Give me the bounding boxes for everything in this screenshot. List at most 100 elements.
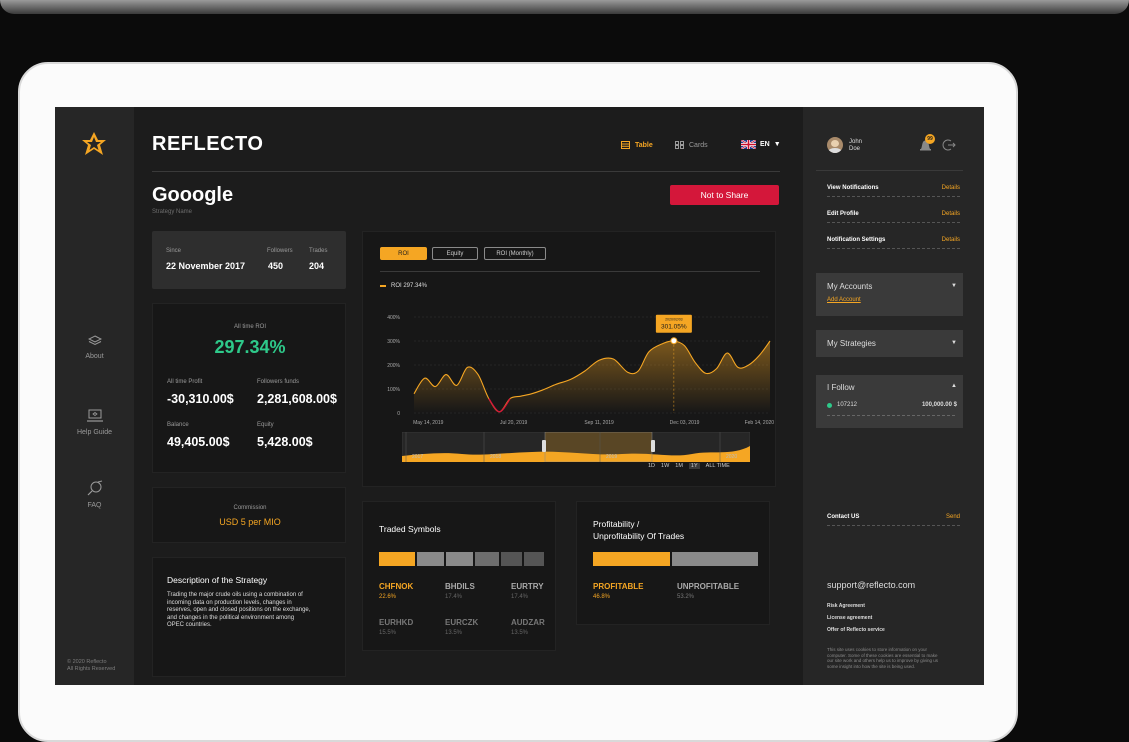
- description-line: and changes in the political environment…: [167, 614, 295, 621]
- y-tick-label: 300%: [387, 339, 400, 345]
- notification-settings-row: Notification Settings Details: [827, 237, 960, 249]
- nav-faq[interactable]: FAQ: [55, 480, 134, 509]
- symbol-bar-segment: [501, 552, 522, 566]
- avatar[interactable]: [827, 137, 843, 153]
- uk-flag-icon: [741, 140, 756, 149]
- view-cards-label: Cards: [689, 141, 708, 149]
- send-link[interactable]: Send: [946, 514, 960, 520]
- cookie-notice: This site uses cookies to store informat…: [827, 647, 984, 669]
- performance-card: All time ROI 297.34% All time Profit -30…: [152, 303, 346, 473]
- notification-settings-details-link[interactable]: Details: [942, 237, 960, 243]
- view-table-toggle[interactable]: Table: [621, 141, 653, 149]
- navigator-year-label: 2020: [726, 454, 737, 460]
- device-top-edge: [0, 0, 1129, 14]
- navigator-selection: [544, 432, 653, 462]
- description-line: incoming data on production levels, chan…: [167, 599, 292, 606]
- my-strategies-panel[interactable]: My Strategies ▼: [816, 330, 963, 357]
- range-button-all-time[interactable]: ALL TIME: [706, 463, 730, 469]
- nav-faq-label: FAQ: [87, 502, 102, 509]
- risk-agreement-link[interactable]: Risk Agreement: [827, 603, 865, 609]
- trades-value: 204: [309, 261, 325, 271]
- follow-id[interactable]: 107212: [837, 402, 857, 408]
- x-tick-label: Dec 03, 2019: [670, 420, 700, 426]
- chart-tab-roi[interactable]: ROI: [380, 247, 427, 260]
- reflecto-logo-icon[interactable]: [81, 131, 107, 157]
- chart-tab-roi-monthly[interactable]: ROI (Monthly): [484, 247, 546, 260]
- legend-label: ROI 297.34%: [391, 283, 428, 289]
- profitability-card: Profitability / Unprofitability Of Trade…: [576, 501, 770, 625]
- equity-label: Equity: [257, 422, 274, 428]
- all-time-roi-value: 297.34%: [214, 337, 286, 357]
- profitability-title-line-1: Profitability /: [593, 519, 640, 529]
- y-tick-label: 200%: [387, 363, 400, 369]
- header-divider: [152, 171, 780, 172]
- add-account-link[interactable]: Add Account: [827, 297, 861, 303]
- brand-name: REFLECTO: [152, 133, 264, 155]
- description-text: Trading the major crude oils using a com…: [167, 592, 310, 630]
- x-tick-label: Jul 20, 2019: [500, 420, 527, 426]
- traded-symbols-bar: [379, 552, 544, 566]
- chevron-down-icon: ▼: [951, 340, 957, 346]
- profitability-title: Profitability / Unprofitability Of Trade…: [593, 518, 684, 542]
- symbol-pct: 17.4%: [511, 594, 529, 600]
- symbol-bar-segment: [379, 552, 415, 566]
- language-selector[interactable]: EN ▼: [741, 140, 781, 149]
- nav-about[interactable]: About: [55, 335, 134, 360]
- layers-icon: [87, 335, 102, 346]
- roi-chart[interactable]: 0 100% 200% 300% 400% May 14, 2019 Jul 20, 201…: [370, 303, 780, 433]
- commission-card: Commission USD 5 per MIO: [152, 487, 346, 543]
- range-button-1m[interactable]: 1M: [675, 463, 683, 469]
- symbol-pct: 13.5%: [445, 630, 463, 636]
- x-tick-label: Feb 14, 2020: [745, 420, 775, 426]
- logout-icon[interactable]: [942, 138, 956, 152]
- legend-swatch: [380, 285, 386, 287]
- commission-value: USD 5 per MIO: [219, 517, 281, 527]
- chart-tabs-divider: [380, 271, 760, 272]
- copyright-line-2: All Rights Reserved: [67, 666, 116, 672]
- offer-link[interactable]: Offer of Reflecto service: [827, 627, 885, 633]
- navigator-year-label: 2018: [490, 454, 501, 460]
- nav-help-guide[interactable]: Help Guide: [55, 409, 134, 436]
- range-button-1y[interactable]: 1Y: [688, 463, 700, 469]
- user-name[interactable]: John Doe: [849, 139, 862, 153]
- support-email[interactable]: support@reflecto.com: [827, 580, 915, 590]
- y-tick-label: 100%: [387, 387, 400, 393]
- symbol-bar-segment: [417, 552, 444, 566]
- symbol-name: AUDZAR: [511, 618, 545, 627]
- my-accounts-panel[interactable]: My Accounts ▼ Add Account: [816, 273, 963, 316]
- symbol-pct: 22.6%: [379, 594, 397, 600]
- profit-value: -30,310.00$: [167, 392, 234, 406]
- contact-us-label: Contact US: [827, 514, 860, 520]
- edit-profile-details-link[interactable]: Details: [942, 211, 960, 217]
- navigator-right-handle[interactable]: [651, 440, 655, 452]
- chevron-down-icon: ▼: [773, 141, 781, 148]
- notification-badge: 99: [925, 134, 935, 144]
- license-agreement-link[interactable]: License agreement: [827, 615, 872, 621]
- view-cards-toggle[interactable]: Cards: [675, 141, 708, 149]
- chart-tab-equity[interactable]: Equity: [432, 247, 478, 260]
- not-to-share-button[interactable]: Not to Share: [670, 185, 779, 205]
- view-notifications-row: View Notifications Details: [827, 185, 960, 197]
- navigator-left-handle[interactable]: [542, 440, 546, 452]
- profitability-title-line-2: Unprofitability Of Trades: [593, 531, 685, 541]
- view-table-label: Table: [635, 141, 653, 149]
- chevron-up-icon: ▲: [951, 383, 957, 389]
- my-accounts-label: My Accounts: [827, 282, 873, 291]
- followers-funds-label: Followers funds: [257, 379, 300, 385]
- profitability-bar: [593, 552, 758, 566]
- equity-value: 5,428.00$: [257, 435, 313, 449]
- symbol-name: CHFNOK: [379, 582, 414, 591]
- follow-amount: 100,000.00 $: [921, 402, 957, 408]
- range-button-1d[interactable]: 1D: [648, 463, 655, 469]
- symbol-name: BHDILS: [445, 582, 475, 591]
- app-screen: About Help Guide FAQ © 2020 Reflecto All…: [55, 107, 984, 685]
- since-label: Since: [166, 248, 182, 254]
- range-button-1w[interactable]: 1W: [661, 463, 669, 469]
- i-follow-label: I Follow: [827, 383, 855, 392]
- trades-label: Trades: [309, 248, 328, 254]
- view-notifications-details-link[interactable]: Details: [942, 185, 960, 191]
- chart-navigator[interactable]: 2017 2018 2019 2020: [402, 432, 750, 462]
- i-follow-panel[interactable]: I Follow ▲ 107212 100,000.00 $: [816, 375, 963, 428]
- symbol-pct: 15.5%: [379, 630, 397, 636]
- followers-funds-value: 2,281,608.00$: [257, 392, 337, 406]
